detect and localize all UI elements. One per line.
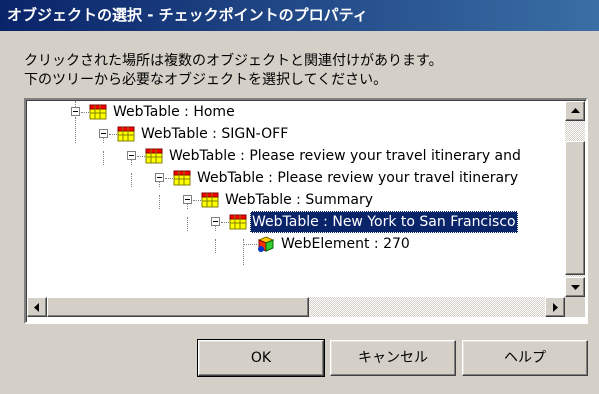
- tree-node-label: WebTable : Summary: [225, 192, 373, 208]
- collapse-icon[interactable]: [127, 151, 136, 160]
- arrow-right-icon: [553, 303, 558, 312]
- webtable-icon: [145, 148, 163, 164]
- scroll-right-button[interactable]: [545, 297, 565, 317]
- arrow-left-icon: [34, 303, 39, 312]
- horizontal-scrollbar[interactable]: [27, 297, 565, 317]
- tree-node-label: WebElement : 270: [281, 236, 410, 252]
- cancel-button[interactable]: キャンセル: [330, 340, 456, 376]
- scroll-up-button[interactable]: [565, 101, 585, 121]
- collapse-icon[interactable]: [211, 217, 220, 226]
- collapse-icon[interactable]: [99, 129, 108, 138]
- webtable-icon: [89, 104, 107, 120]
- scrollbar-corner: [565, 297, 585, 317]
- collapse-icon[interactable]: [71, 107, 80, 116]
- tree-node-label: WebTable : SIGN-OFF: [141, 126, 289, 142]
- instruction-line-1: クリックされた場所は複数のオブジェクトと関連付けがあります。: [24, 53, 443, 69]
- tree-node-review-itinerary-and[interactable]: WebTable : Please review your travel iti…: [27, 145, 565, 167]
- webtable-icon: [173, 170, 191, 186]
- webtable-icon: [117, 126, 135, 142]
- tree-node-label: WebTable : Please review your travel iti…: [169, 148, 521, 164]
- webelement-icon: [257, 236, 275, 252]
- collapse-icon[interactable]: [155, 173, 164, 182]
- help-button[interactable]: ヘルプ: [462, 340, 588, 376]
- vertical-scroll-thumb[interactable]: [565, 141, 585, 275]
- tree-node-new-york-to-san-francisco[interactable]: WebTable : New York to San Francisco: [27, 211, 565, 233]
- ok-button[interactable]: OK: [197, 339, 325, 377]
- horizontal-scroll-thumb[interactable]: [47, 297, 309, 317]
- tree-node-label: WebTable : Home: [113, 104, 235, 120]
- instruction-line-2: 下のツリーから必要なオブジェクトを選択してください。: [24, 72, 388, 88]
- vertical-scrollbar[interactable]: [565, 101, 585, 297]
- scroll-down-button[interactable]: [565, 277, 585, 297]
- collapse-icon[interactable]: [183, 195, 192, 204]
- arrow-down-icon: [571, 285, 580, 290]
- tree-node-label-selected: WebTable : New York to San Francisco: [250, 211, 518, 233]
- instructions: クリックされた場所は複数のオブジェクトと関連付けがあります。 下のツリーから必要…: [24, 52, 584, 90]
- tree-node-summary[interactable]: WebTable : Summary: [27, 189, 565, 211]
- tree-view[interactable]: WebTable : Home WebTable : SIGN-OFF WebT…: [27, 101, 565, 297]
- tree-node-home[interactable]: WebTable : Home: [27, 101, 565, 123]
- webtable-icon: [229, 214, 247, 230]
- scroll-left-button[interactable]: [27, 297, 47, 317]
- webtable-icon: [201, 192, 219, 208]
- tree-node-label: WebTable : Please review your travel iti…: [197, 170, 519, 186]
- tree-node-review-itinerary[interactable]: WebTable : Please review your travel iti…: [27, 167, 565, 189]
- window-title: オブジェクトの選択 - チェックポイントのプロパティ: [0, 0, 599, 31]
- arrow-up-icon: [571, 108, 580, 113]
- tree-node-sign-off[interactable]: WebTable : SIGN-OFF: [27, 123, 565, 145]
- tree-node-webelement-270[interactable]: WebElement : 270: [27, 233, 565, 255]
- object-tree: WebTable : Home WebTable : SIGN-OFF WebT…: [24, 98, 588, 324]
